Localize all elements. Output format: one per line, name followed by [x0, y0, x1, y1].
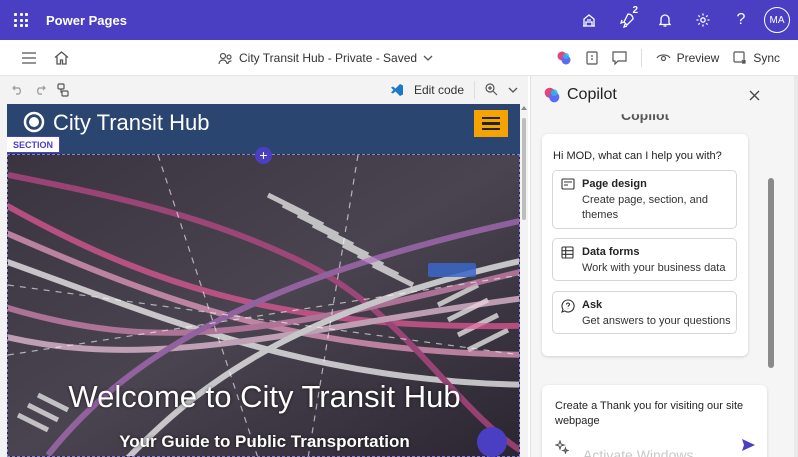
notifications-new-button[interactable]: 2: [608, 0, 646, 40]
top-bar-actions: 2 ? MA: [570, 0, 790, 40]
option-data-forms[interactable]: Data forms Work with your business data: [552, 238, 737, 281]
chevron-down-icon: [423, 55, 433, 61]
settings-button[interactable]: [684, 0, 722, 40]
site-header-title[interactable]: City Transit Hub: [53, 110, 210, 136]
gear-icon: [696, 13, 710, 27]
bell-button[interactable]: [646, 0, 684, 40]
link-settings-icon[interactable]: [56, 82, 70, 97]
copilot-scrolled-heading: Copilot: [621, 107, 670, 123]
top-bar: Power Pages 2 ? MA: [0, 0, 798, 40]
copilot-suggestions-card: Hi MOD, what can I help you with? Page d…: [542, 134, 748, 356]
hero-title[interactable]: Welcome to City Transit Hub: [8, 379, 519, 415]
bell-icon: [658, 14, 672, 27]
sync-button[interactable]: Sync: [733, 51, 780, 65]
close-icon[interactable]: [749, 90, 760, 101]
page-canvas[interactable]: City Transit Hub SECTION + Welcome to Ci…: [7, 104, 520, 457]
home-icon[interactable]: [54, 50, 69, 65]
sync-icon: [733, 51, 746, 64]
editor-toolbar: Edit code: [0, 76, 528, 103]
building-icon: [583, 14, 595, 27]
preview-button[interactable]: Preview: [656, 51, 720, 65]
canvas-scrollbar-thumb[interactable]: [522, 118, 526, 220]
site-title-dropdown[interactable]: City Transit Hub - Private - Saved: [218, 40, 433, 76]
sync-label: Sync: [753, 51, 780, 65]
chat-question-icon: [561, 299, 575, 313]
menu-bar: [482, 116, 500, 120]
copilot-icon[interactable]: [556, 50, 572, 66]
eye-icon: [656, 54, 671, 62]
menu-bar: [482, 122, 500, 125]
sparkle-icon[interactable]: [555, 440, 569, 454]
option-description: Work with your business data: [582, 262, 726, 274]
app-launcher-button[interactable]: [0, 0, 42, 40]
send-icon[interactable]: [741, 438, 756, 452]
edit-code-button[interactable]: Edit code: [414, 83, 464, 97]
table-icon: [561, 246, 574, 259]
canvas-scrollbar[interactable]: [520, 104, 528, 457]
editor-area: Edit code City Transit Hub SECTION + Wel…: [0, 76, 528, 457]
copilot-icon: [544, 87, 560, 103]
copilot-scrollbar-thumb[interactable]: [768, 178, 774, 368]
option-description: Get answers to your questions: [582, 315, 731, 327]
chevron-down-icon[interactable]: [508, 87, 518, 93]
copilot-prompt-input[interactable]: Create a Thank you for visiting our site…: [555, 399, 755, 429]
copilot-title: Copilot: [567, 86, 617, 103]
section-tag[interactable]: SECTION: [7, 136, 61, 153]
divider: [640, 49, 642, 67]
option-description: Create page, section, and themes: [582, 194, 708, 221]
vscode-icon: [390, 83, 403, 96]
zoom-icon[interactable]: [485, 83, 498, 96]
hero-section[interactable]: Welcome to City Transit Hub Your Guide t…: [7, 154, 520, 457]
site-logo-icon: [23, 111, 45, 133]
copilot-panel: Copilot Copilot Hi MOD, what can I help …: [530, 76, 798, 457]
user-avatar[interactable]: MA: [764, 7, 790, 33]
copilot-greeting: Hi MOD, what can I help you with?: [553, 150, 722, 162]
people-icon: [218, 52, 232, 64]
page-icon[interactable]: [586, 51, 598, 65]
add-section-button[interactable]: +: [255, 147, 272, 164]
divider: [474, 80, 475, 99]
comment-icon[interactable]: [612, 51, 627, 65]
option-title: Data forms: [582, 246, 640, 258]
page-design-icon: [561, 178, 575, 190]
copilot-prompt-box[interactable]: Create a Thank you for visiting our site…: [542, 385, 767, 457]
preview-label: Preview: [676, 51, 720, 65]
undo-icon[interactable]: [12, 85, 24, 95]
app-name[interactable]: Power Pages: [46, 13, 127, 28]
copilot-header: Copilot: [543, 86, 617, 104]
environment-button[interactable]: [570, 0, 608, 40]
waffle-icon: [14, 13, 28, 27]
help-button[interactable]: ?: [722, 0, 760, 40]
notification-count-badge: 2: [632, 5, 638, 16]
hamburger-menu-icon[interactable]: [22, 51, 36, 64]
option-title: Page design: [582, 178, 647, 190]
question-mark-icon: ?: [736, 11, 746, 28]
option-ask[interactable]: Ask Get answers to your questions: [552, 291, 737, 334]
activate-windows-watermark: Activate Windows: [583, 447, 694, 457]
floating-action-button[interactable]: [477, 427, 507, 457]
menu-bar: [482, 127, 500, 131]
option-title: Ask: [582, 299, 603, 311]
option-page-design[interactable]: Page design Create page, section, and th…: [552, 170, 737, 229]
command-bar: City Transit Hub - Private - Saved Previ…: [0, 40, 798, 76]
redo-icon[interactable]: [34, 85, 46, 95]
scroll-up-arrow-icon[interactable]: [521, 106, 527, 110]
site-title-text: City Transit Hub - Private - Saved: [239, 51, 418, 65]
hero-subtitle[interactable]: Your Guide to Public Transportation: [8, 432, 519, 452]
site-menu-button[interactable]: [474, 110, 508, 137]
window-edge: [794, 76, 798, 457]
